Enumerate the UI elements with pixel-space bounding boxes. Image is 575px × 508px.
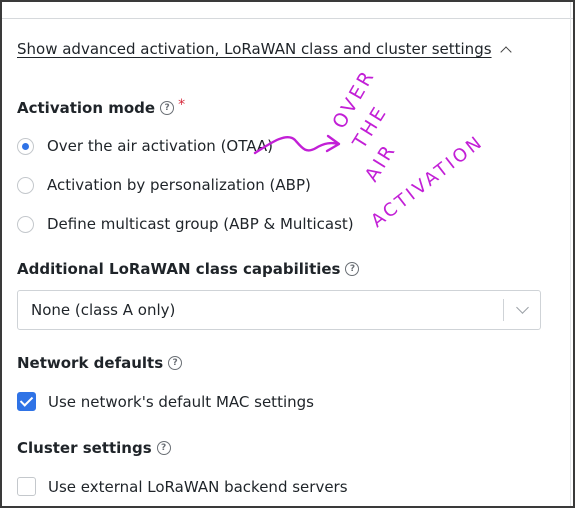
- annotation-arrow-icon: [253, 135, 340, 155]
- settings-panel: Show advanced activation, LoRaWAN class …: [0, 0, 575, 508]
- handwritten-annotation: OVER THE AIR ACTIVATION: [253, 65, 488, 232]
